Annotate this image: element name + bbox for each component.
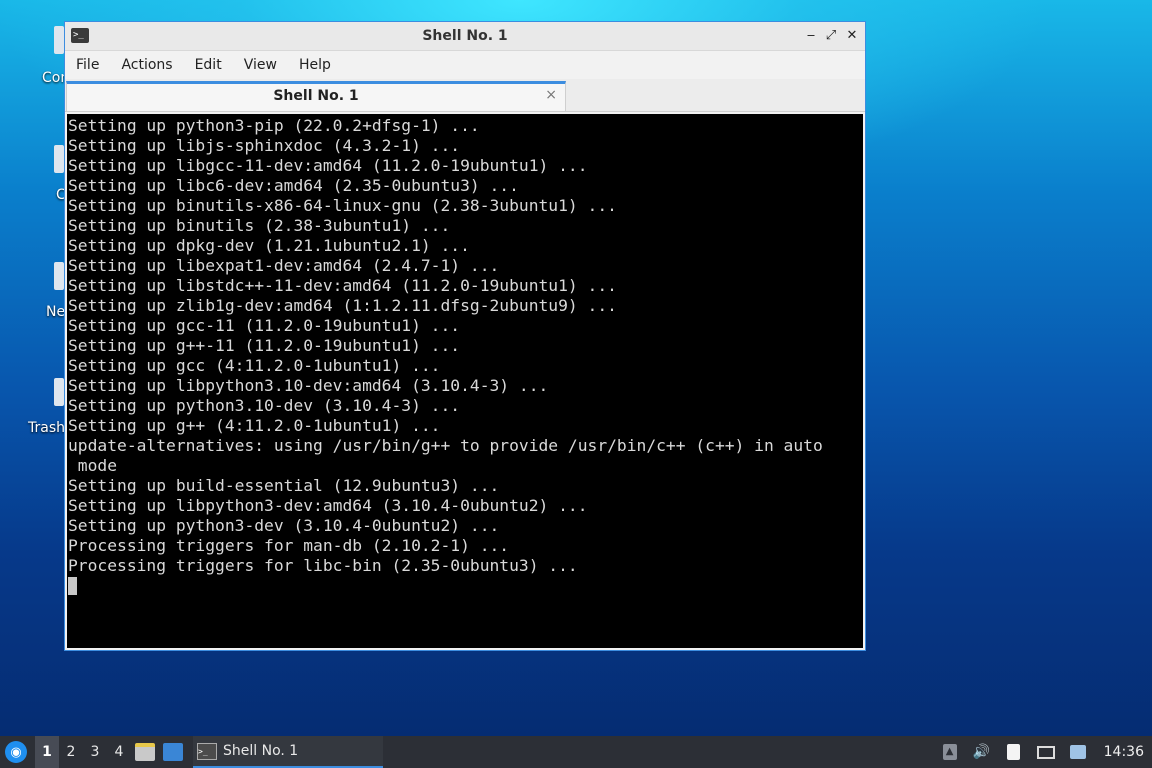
terminal-line: Setting up libpython3.10-dev:amd64 (3.10… xyxy=(68,376,549,395)
terminal-line: Setting up build-essential (12.9ubuntu3)… xyxy=(68,476,500,495)
terminal-line: Setting up g++ (4:11.2.0-1ubuntu1) ... xyxy=(68,416,441,435)
system-tray: ▲ 🔊 14:36 xyxy=(934,736,1152,768)
terminal-line: Setting up zlib1g-dev:amd64 (1:1.2.11.df… xyxy=(68,296,617,315)
terminal-app-icon: >_ xyxy=(197,742,217,760)
file-manager-icon[interactable] xyxy=(135,743,155,761)
terminal-line: Setting up libexpat1-dev:amd64 (2.4.7-1)… xyxy=(68,256,500,275)
trash-icon xyxy=(54,378,64,406)
terminal-line: Setting up binutils-x86-64-linux-gnu (2.… xyxy=(68,196,617,215)
window-title: Shell No. 1 xyxy=(422,28,508,44)
terminal-line: Processing triggers for man-db (2.10.2-1… xyxy=(68,536,510,555)
terminal-line: Setting up dpkg-dev (1.21.1ubuntu2.1) ..… xyxy=(68,236,470,255)
terminal-window: >_ Shell No. 1 ‒ ⤢ ✕ File Actions Edit V… xyxy=(64,21,866,651)
minimize-button[interactable]: ‒ xyxy=(803,27,819,45)
folder-icon xyxy=(54,145,64,173)
desktop-icon-label: Trash xyxy=(28,420,65,436)
network-icon xyxy=(54,262,64,290)
tab-label: Shell No. 1 xyxy=(273,88,359,104)
terminal-cursor xyxy=(68,577,77,595)
workspace-4[interactable]: 4 xyxy=(107,736,131,768)
close-button[interactable]: ✕ xyxy=(844,27,860,45)
terminal-line: Setting up g++-11 (11.2.0-19ubuntu1) ... xyxy=(68,336,461,355)
start-menu-button[interactable]: ◉ xyxy=(5,741,27,763)
clipboard-icon[interactable] xyxy=(1004,743,1024,761)
tab-bar: Shell No. 1 × xyxy=(65,79,865,112)
terminal-line: Setting up libpython3-dev:amd64 (3.10.4-… xyxy=(68,496,588,515)
network-icon[interactable] xyxy=(1036,743,1056,761)
updates-icon[interactable] xyxy=(1068,743,1088,761)
tab-close-icon[interactable]: × xyxy=(545,87,557,103)
workspace-1[interactable]: 1 xyxy=(35,736,59,768)
desktop-icon-label: Ne xyxy=(46,304,66,320)
volume-icon[interactable]: 🔊 xyxy=(972,743,992,761)
terminal-line: Setting up libjs-sphinxdoc (4.3.2-1) ... xyxy=(68,136,461,155)
terminal-line: Processing triggers for libc-bin (2.35-0… xyxy=(68,556,578,575)
menubar: File Actions Edit View Help xyxy=(65,51,865,79)
tab-shell-1[interactable]: Shell No. 1 × xyxy=(66,81,566,111)
terminal-line: Setting up gcc (4:11.2.0-1ubuntu1) ... xyxy=(68,356,441,375)
workspace-2[interactable]: 2 xyxy=(59,736,83,768)
menu-help[interactable]: Help xyxy=(292,57,338,73)
terminal-output[interactable]: Setting up python3-pip (22.0.2+dfsg-1) .… xyxy=(67,114,863,648)
menu-view[interactable]: View xyxy=(237,57,284,73)
show-desktop-icon[interactable] xyxy=(163,743,183,761)
terminal-line: Setting up python3-pip (22.0.2+dfsg-1) .… xyxy=(68,116,480,135)
terminal-line: update-alternatives: using /usr/bin/g++ … xyxy=(68,436,823,455)
computer-icon xyxy=(54,26,64,54)
terminal-line: Setting up libc6-dev:amd64 (2.35-0ubuntu… xyxy=(68,176,519,195)
terminal-line: Setting up python3.10-dev (3.10.4-3) ... xyxy=(68,396,461,415)
menu-edit[interactable]: Edit xyxy=(188,57,229,73)
taskbar-task-shell[interactable]: >_ Shell No. 1 xyxy=(193,736,383,768)
maximize-button[interactable]: ⤢ xyxy=(823,27,839,45)
terminal-line: Setting up gcc-11 (11.2.0-19ubuntu1) ... xyxy=(68,316,461,335)
workspace-3[interactable]: 3 xyxy=(83,736,107,768)
terminal-line: Setting up libgcc-11-dev:amd64 (11.2.0-1… xyxy=(68,156,588,175)
terminal-line: Setting up libstdc++-11-dev:amd64 (11.2.… xyxy=(68,276,617,295)
terminal-line: Setting up python3-dev (3.10.4-0ubuntu2)… xyxy=(68,516,500,535)
menu-actions[interactable]: Actions xyxy=(114,57,179,73)
terminal-line: mode xyxy=(68,456,118,475)
task-label: Shell No. 1 xyxy=(223,743,299,759)
terminal-line: Setting up binutils (2.38-3ubuntu1) ... xyxy=(68,216,451,235)
clock[interactable]: 14:36 xyxy=(1104,744,1144,760)
taskbar: ◉ 1 2 3 4 >_ Shell No. 1 ▲ 🔊 14:36 xyxy=(0,736,1152,768)
window-titlebar[interactable]: >_ Shell No. 1 ‒ ⤢ ✕ xyxy=(65,22,865,51)
tray-expand-icon[interactable]: ▲ xyxy=(940,743,960,761)
menu-file[interactable]: File xyxy=(69,57,106,73)
